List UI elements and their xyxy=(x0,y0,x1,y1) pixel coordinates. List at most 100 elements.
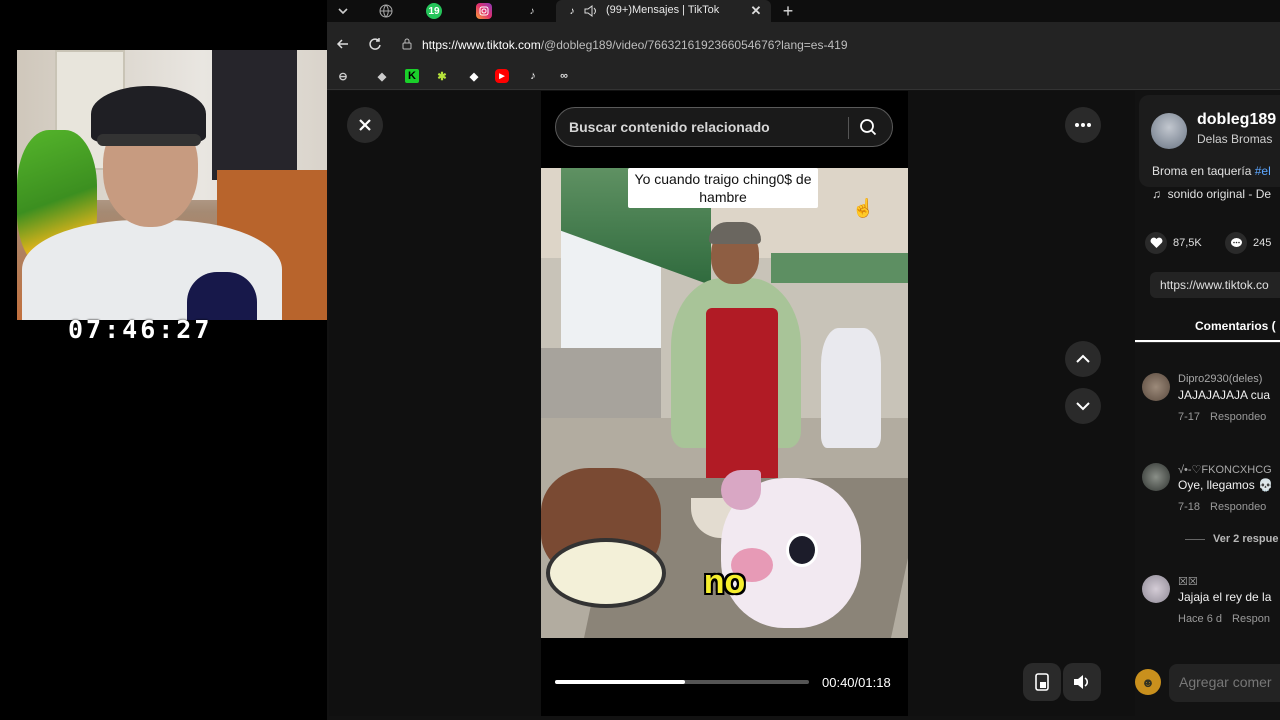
reply-button[interactable]: Respon xyxy=(1232,613,1270,625)
commenter-avatar[interactable] xyxy=(1142,463,1170,491)
reply-button[interactable]: Respondeo xyxy=(1210,411,1266,423)
miniplayer-icon xyxy=(1035,673,1049,691)
author-avatar[interactable] xyxy=(1151,113,1187,149)
related-search-input[interactable]: Buscar contenido relacionado xyxy=(555,107,893,147)
reload-icon[interactable] xyxy=(367,36,383,52)
comment-text: JAJAJAJAJA cua xyxy=(1178,388,1271,402)
comment-item: √•-♡FKONCXHCG Oye, llegamos 💀 7-18 Respon… xyxy=(1135,463,1280,543)
bookmark-link-icon[interactable]: ⊖ xyxy=(336,69,350,83)
video-player[interactable]: Yo cuando traigo ching0$ de hambre no xyxy=(541,168,908,638)
bookmark-infinity-icon[interactable]: ∞ xyxy=(557,69,571,83)
commenter-name[interactable]: ☒☒ xyxy=(1178,575,1198,588)
webcam-clock: 07:46:27 xyxy=(68,315,213,344)
hashtag-link[interactable]: #el xyxy=(1255,164,1271,178)
comment-meta: Hace 6 d Respon xyxy=(1178,613,1270,625)
sound-link[interactable]: ♫ sonido original - De xyxy=(1152,187,1271,201)
search-icon[interactable] xyxy=(859,118,877,141)
bookmark-youtube-icon[interactable]: ▶ xyxy=(495,69,509,83)
active-tab-indicator xyxy=(1135,340,1280,342)
comment-meta: 7-17 Respondeo xyxy=(1178,411,1266,423)
close-tab-icon[interactable]: ✕ xyxy=(748,3,764,19)
comment-date: 7-17 xyxy=(1178,411,1201,423)
video-caption-top: Yo cuando traigo ching0$ de hambre xyxy=(628,168,818,208)
chevron-down-icon[interactable] xyxy=(335,3,351,19)
comment-count: 245 xyxy=(1253,237,1272,249)
video-progress-fill xyxy=(555,680,685,684)
comment-text: Oye, llegamos 💀 xyxy=(1178,478,1273,492)
comment-text: Jajaja el rey de la xyxy=(1178,590,1272,604)
commenter-name[interactable]: √•-♡FKONCXHCG xyxy=(1178,463,1272,476)
video-subtitle: no xyxy=(703,563,746,601)
video-details-panel: dobleg189 Delas Bromas Broma en taquería… xyxy=(1135,91,1280,716)
commenter-avatar[interactable] xyxy=(1142,373,1170,401)
description-text: Broma en taquería xyxy=(1152,164,1255,178)
reply-button[interactable]: Respondeo xyxy=(1210,501,1266,513)
speaker-icon xyxy=(1074,675,1089,689)
close-viewer-button[interactable] xyxy=(347,107,383,143)
floating-player-button[interactable] xyxy=(1023,663,1061,701)
url-host: https://www.tiktok.com xyxy=(422,38,541,52)
comment-meta: 7-18 Respondeo xyxy=(1178,501,1266,513)
bookmark-glasses-icon[interactable]: ◆ xyxy=(375,69,389,83)
comment-item: Dipro2930(deles) JAJAJAJAJA cua 7-17 Resp… xyxy=(1135,373,1280,453)
next-video-button[interactable] xyxy=(1065,388,1101,424)
speaker-icon[interactable] xyxy=(583,3,599,19)
view-replies-button[interactable]: Ver 2 respue xyxy=(1185,533,1278,545)
heart-icon xyxy=(1145,232,1167,254)
whatsapp-badge-icon[interactable]: 19 xyxy=(426,3,442,19)
close-icon xyxy=(359,119,371,131)
tabs-divider xyxy=(1135,342,1280,343)
webcam-overlay xyxy=(17,50,327,320)
url-field[interactable]: https://www.tiktok.com/@dobleg189/video/… xyxy=(422,38,848,52)
bookmark-clover-icon[interactable]: ✱ xyxy=(435,69,449,83)
instagram-icon[interactable] xyxy=(476,3,492,19)
bookmarks-bar: ⊖ ◆ K ✱ ◆ ▶ ♪ ∞ xyxy=(327,62,1280,90)
more-options-button[interactable] xyxy=(1065,107,1101,143)
tab-tiktok-messages[interactable]: ♪ (99+)Mensajes | TikTok ✕ xyxy=(556,0,771,22)
tiktok-icon[interactable]: ♪ xyxy=(524,3,540,19)
browser-window: 19 ♪ ♪ (99+)Mensajes | TikTok ✕ + https:… xyxy=(327,0,1280,720)
tab-comments[interactable]: Comentarios ( xyxy=(1195,319,1276,333)
volume-button[interactable] xyxy=(1063,663,1101,701)
sound-title: sonido original - De xyxy=(1167,187,1272,201)
like-count: 87,5K xyxy=(1173,237,1202,249)
like-button[interactable]: 87,5K xyxy=(1145,232,1202,254)
piggy-bank xyxy=(721,470,861,628)
video-progress-bar[interactable] xyxy=(555,680,809,684)
bookmark-diamond-icon[interactable]: ◆ xyxy=(467,69,481,83)
author-name[interactable]: dobleg189 xyxy=(1197,111,1276,129)
chevron-down-icon xyxy=(1076,402,1090,411)
video-column: Buscar contenido relacionado Yo cuando t… xyxy=(541,91,908,716)
tiktok-video-viewer: Buscar contenido relacionado Yo cuando t… xyxy=(329,91,1280,716)
comment-date: 7-18 xyxy=(1178,501,1201,513)
comment-icon xyxy=(1225,232,1247,254)
author-nickname: Delas Bromas xyxy=(1197,132,1273,146)
comment-button[interactable]: 245 xyxy=(1225,232,1271,254)
more-icon xyxy=(1075,123,1091,127)
search-placeholder: Buscar contenido relacionado xyxy=(569,119,770,135)
chevron-up-icon xyxy=(1076,354,1090,363)
previous-video-button[interactable] xyxy=(1065,341,1101,377)
site-info-icon[interactable] xyxy=(399,36,415,52)
commenter-avatar[interactable] xyxy=(1142,575,1170,603)
commenter-name[interactable]: Dipro2930(deles) xyxy=(1178,373,1262,385)
back-icon[interactable] xyxy=(335,36,351,52)
url-path: /@dobleg189/video/7663216192366054676?la… xyxy=(540,38,848,52)
new-tab-icon[interactable]: + xyxy=(780,1,796,21)
current-user-avatar: ☻ xyxy=(1135,669,1161,695)
globe-icon[interactable] xyxy=(378,3,394,19)
video-description: Broma en taquería #el xyxy=(1152,164,1271,178)
mouse-cursor-icon: ☝ xyxy=(852,198,875,218)
tab-bar: 19 ♪ ♪ (99+)Mensajes | TikTok ✕ + xyxy=(327,0,1280,22)
tiktok-icon: ♪ xyxy=(569,5,575,17)
add-comment-input[interactable]: Agregar comer xyxy=(1169,664,1280,702)
bookmark-tiktok-icon[interactable]: ♪ xyxy=(526,69,540,83)
video-link-field[interactable]: https://www.tiktok.co xyxy=(1150,272,1280,298)
bookmark-kick-icon[interactable]: K xyxy=(405,69,419,83)
search-divider xyxy=(848,117,849,139)
address-bar: https://www.tiktok.com/@dobleg189/video/… xyxy=(327,22,1280,66)
tab-title: (99+)Mensajes | TikTok xyxy=(606,4,720,16)
comment-date: Hace 6 d xyxy=(1178,613,1223,625)
comment-item: ☒☒ Jajaja el rey de la Hace 6 d Respon xyxy=(1135,575,1280,655)
music-note-icon: ♫ xyxy=(1152,187,1168,201)
